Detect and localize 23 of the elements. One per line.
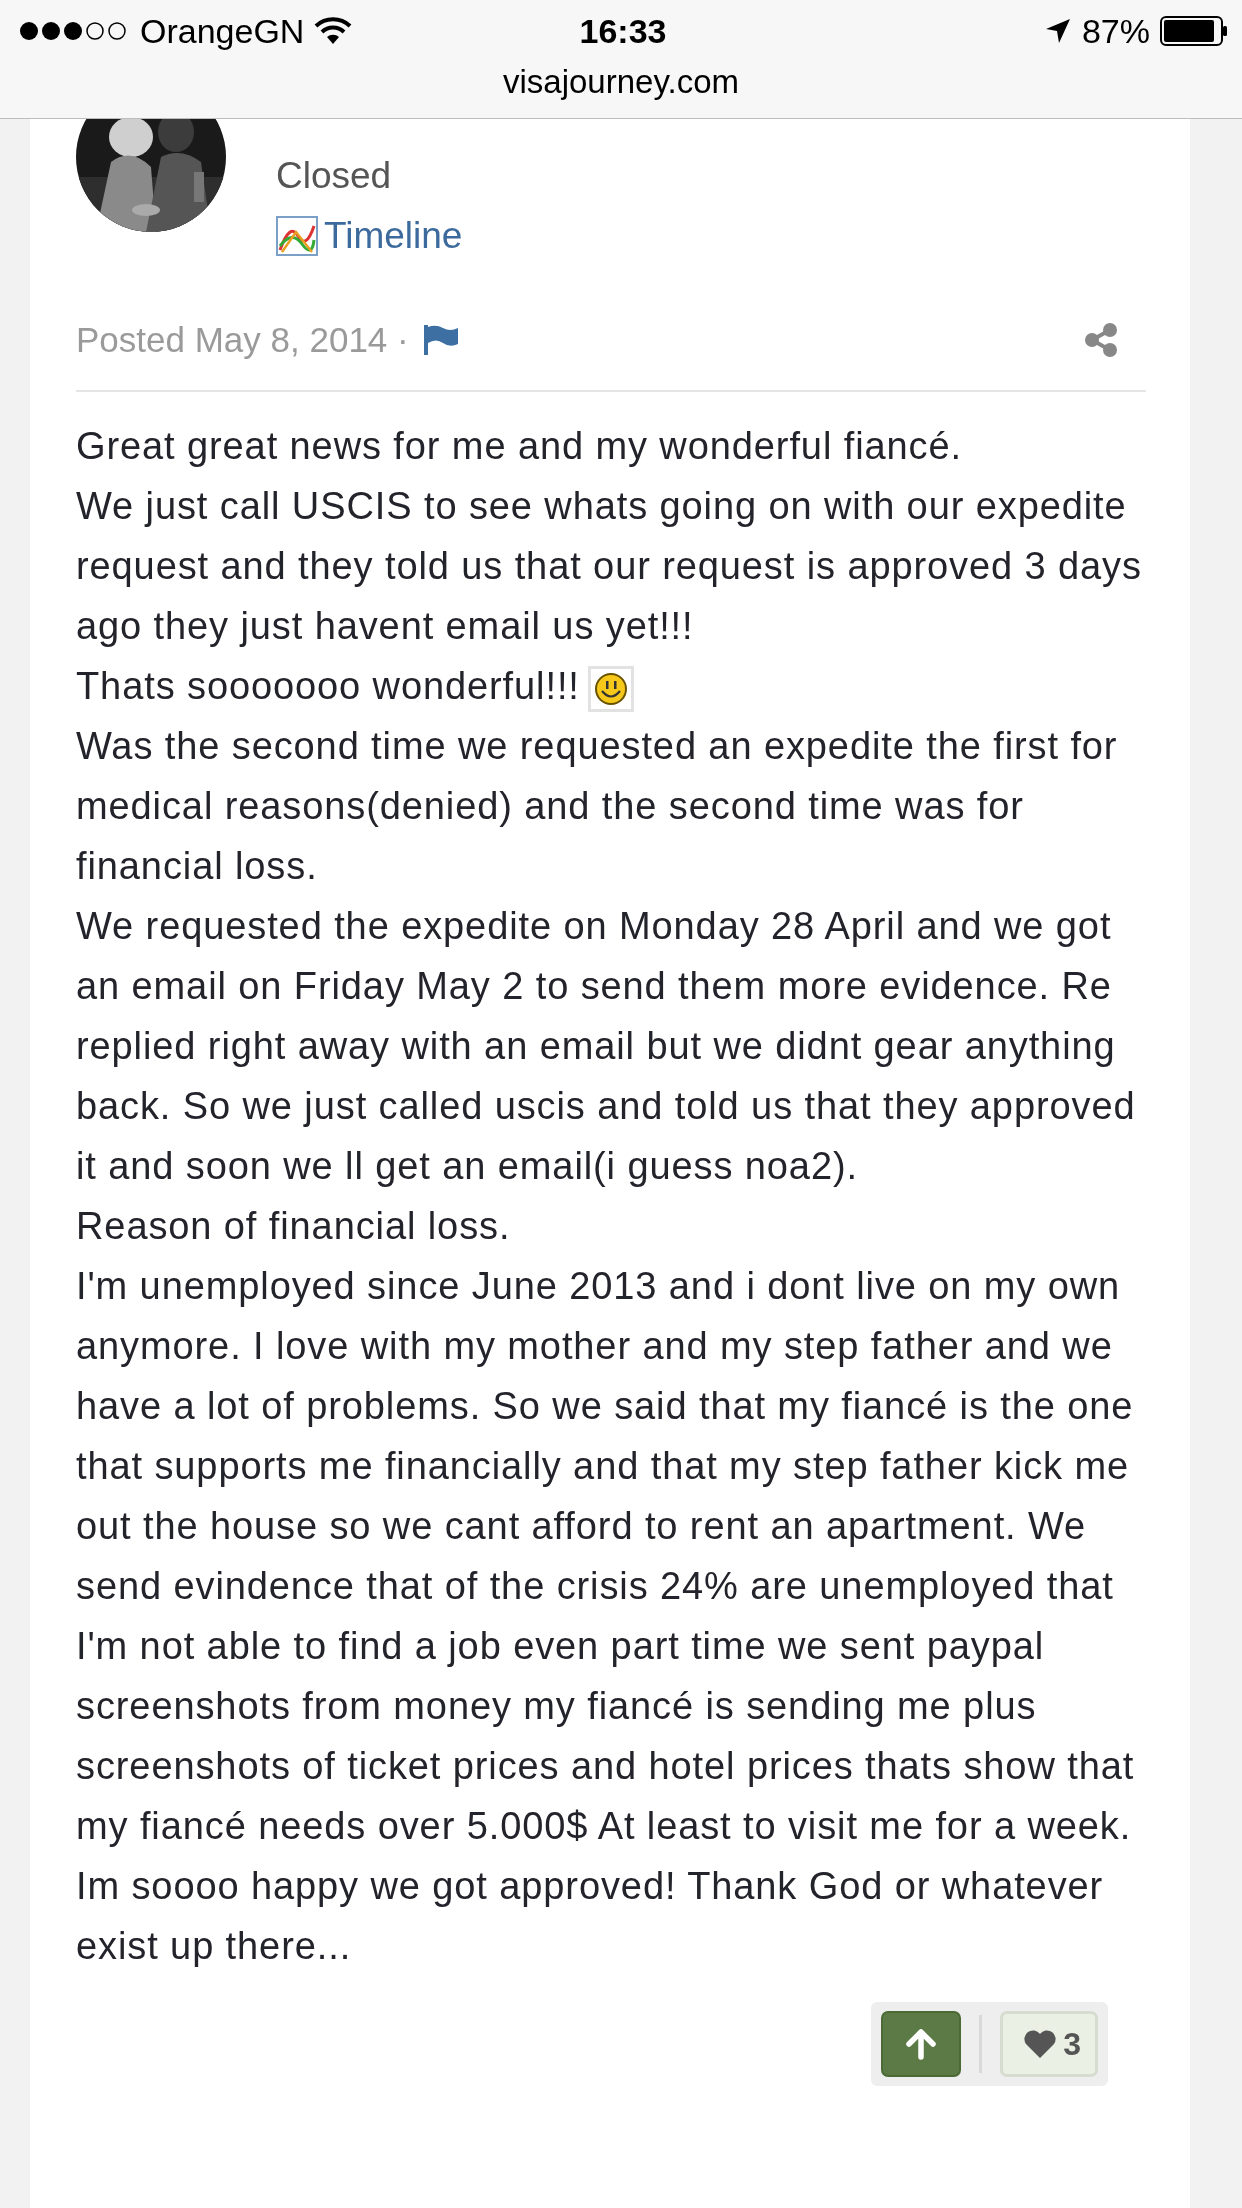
flag-icon[interactable] <box>422 324 459 356</box>
post-text: Reason of financial loss. <box>76 1205 511 1247</box>
chart-icon <box>276 216 318 256</box>
post-text: Was the second time we requested an expedite the first for medical reasons(denied) and the second time was for financial loss. <box>76 725 1118 887</box>
heart-icon <box>1023 2029 1058 2059</box>
site-address[interactable]: visajourney.com <box>0 62 1242 102</box>
post-text: Thats sooooooo wonderful!!! <box>76 665 580 707</box>
upvote-button[interactable] <box>881 2011 962 2077</box>
post-text: Great great news for me and my wonderful fiancé. <box>76 425 962 467</box>
like-count-button[interactable]: 3 <box>1000 2011 1098 2077</box>
post-text: Im soooo happy we got approved! Thank God or whatever exist up there... <box>76 1865 1104 1967</box>
post-text: We just call USCIS to see whats going on with our expedite request and they told us that our request is approved 3 days ago they just havent email us yet!!! <box>76 485 1142 647</box>
wifi-icon <box>314 17 353 45</box>
post-text: We requested the expedite on Monday 28 April and we got an email on Friday May 2 to send them more evidence. Re replied right away with an email but we didnt gear anything back. So we just called uscis and told us that they approved it and soon we ll get an email(i guess noa2). <box>76 905 1136 1187</box>
timeline-link[interactable]: Timeline <box>276 214 463 258</box>
battery-icon <box>1160 16 1228 46</box>
share-icon[interactable] <box>1084 323 1118 357</box>
post-date: Posted May 8, 2014 · <box>76 320 409 360</box>
carrier-name: OrangeGN <box>140 11 305 51</box>
battery-percent: 87% <box>1081 11 1150 51</box>
member-status: Closed <box>276 154 392 198</box>
clock-time: 16:33 <box>579 11 667 51</box>
post-text: I'm unemployed since June 2013 and i dont live on my own anymore. I love with my mother and my step father and we have a lot of problems. So we said that my fiancé is the one that supports me financially and that my step father kick me out the house so we cant afford to rent an apartment. We send evindence that of the crisis 24% are unemployed that I'm not able to find a job even part time we sent paypal screenshots from money my fiancé is sending me plus screenshots of ticket prices and hotel prices thats show that my fiancé needs over 5.000$ At least to visit me for a week. <box>76 1265 1135 1847</box>
